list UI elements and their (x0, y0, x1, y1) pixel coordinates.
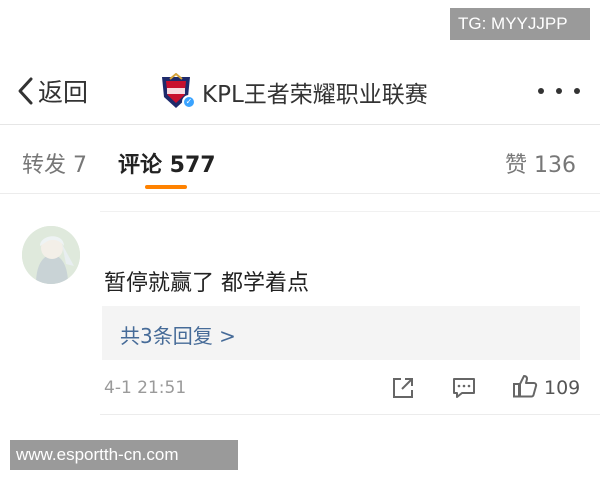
kpl-logo: ✓ (158, 72, 196, 111)
tab-comments[interactable]: 评论 577 (118, 147, 216, 179)
verified-badge-icon: ✓ (182, 95, 196, 109)
avatar[interactable] (22, 226, 80, 284)
navbar: 返回 ✓ KPL王者荣耀职业联赛 (0, 62, 600, 120)
divider (100, 211, 600, 212)
like-count: 109 (544, 377, 581, 399)
tab-repost[interactable]: 转发 7 (22, 147, 87, 179)
comment-bubble-icon[interactable] (452, 376, 476, 400)
comment-text: 暂停就赢了 都学着点 (104, 271, 309, 296)
more-dots-icon[interactable] (538, 84, 580, 98)
thumbs-up-icon (512, 373, 538, 403)
account-header[interactable]: ✓ KPL王者荣耀职业联赛 (158, 72, 428, 111)
watermark-top: TG: MYYJJPP (450, 8, 590, 40)
watermark-bottom: www.esportth-cn.com (10, 440, 238, 470)
chevron-left-icon (16, 76, 34, 106)
comment-timestamp: 4-1 21:51 (104, 378, 187, 398)
view-replies-link[interactable]: 共3条回复 > (120, 320, 236, 349)
like-button[interactable]: 109 (512, 374, 580, 402)
page-title: KPL王者荣耀职业联赛 (202, 82, 428, 108)
back-label: 返回 (38, 78, 89, 107)
divider (100, 414, 600, 415)
divider (0, 193, 600, 194)
replies-box[interactable]: 共3条回复 > (102, 306, 580, 360)
back-button[interactable]: 返回 (16, 74, 88, 108)
share-icon[interactable] (391, 376, 415, 400)
active-tab-indicator (145, 185, 187, 189)
tab-likes[interactable]: 赞 136 (505, 147, 576, 179)
tab-bar: 转发 7 评论 577 赞 136 (0, 125, 600, 195)
